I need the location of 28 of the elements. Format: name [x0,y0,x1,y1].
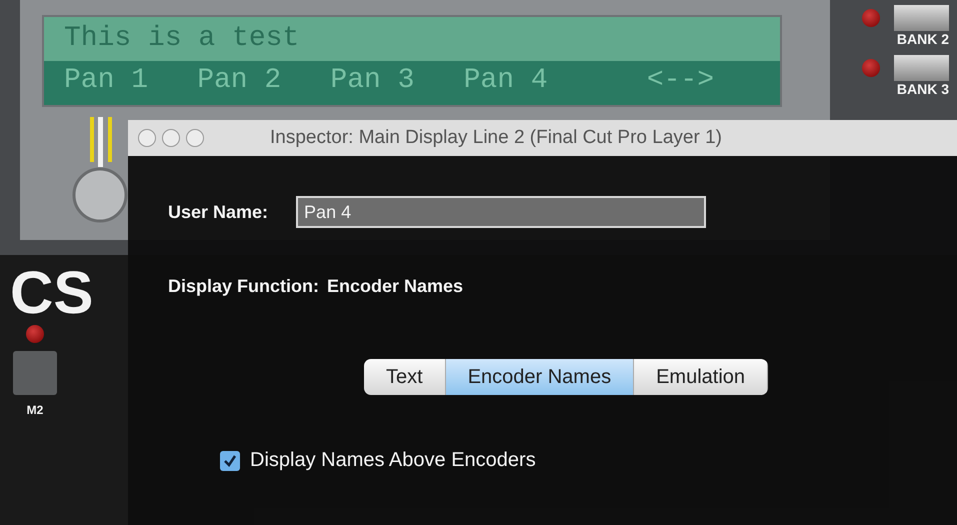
window-control-icon[interactable] [162,129,180,147]
led-icon [26,325,44,343]
led-icon [862,9,880,27]
bank-label: BANK 3 [896,81,949,97]
display-function-value: Encoder Names [327,276,464,296]
user-name-field[interactable]: Pan 4 [296,196,706,228]
lcd-text: Pan 3 [330,64,416,98]
segment-button[interactable]: Encoder Names [446,359,634,395]
model-label: CS [10,263,94,323]
mode-label: M2 [26,403,44,417]
lcd-text: Pan 4 [464,64,549,98]
window-control-icon[interactable] [186,129,204,147]
lcd-text: <--> [646,64,716,98]
led-icon [862,59,880,77]
segment-button[interactable]: Emulation [634,359,768,395]
knob-icon [72,117,128,223]
lcd-text: Pan 1 [64,64,150,98]
bank-label: BANK 2 [896,31,949,47]
bank-button[interactable] [894,55,949,81]
window-title: Inspector: Main Display Line 2 (Final Cut Pro Layer 1) [270,127,722,149]
segment-button[interactable]: Text [364,359,446,395]
checkbox-label: Display Names Above Encoders [250,449,536,472]
display-function-label: Display Function: [168,276,320,296]
window-control-icon[interactable] [138,129,156,147]
user-name-label: User Name: [168,202,268,222]
bank-button[interactable] [894,5,949,31]
lcd-text: Pan 2 [197,64,282,98]
checkbox[interactable] [220,450,240,470]
